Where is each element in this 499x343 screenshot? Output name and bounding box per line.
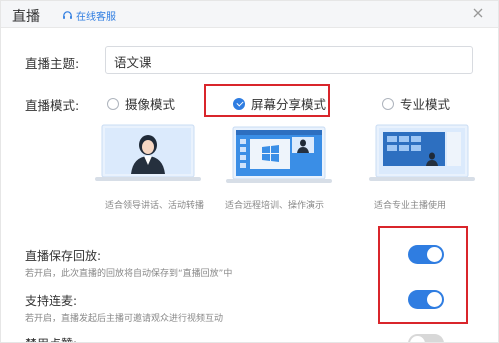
topic-input-value: 语文课 xyxy=(114,55,152,70)
radio-pro[interactable] xyxy=(382,97,394,110)
save-replay-title: 直播保存回放: xyxy=(25,249,102,263)
radio-camera[interactable] xyxy=(107,97,119,110)
dialog-header: 直播 在线客服 xyxy=(1,1,498,28)
pro-mode-caption: 适合专业主播使用 xyxy=(374,201,447,211)
topic-input[interactable]: 语文课 xyxy=(105,46,473,74)
pro-mode-illustration xyxy=(369,124,475,181)
co-stream-desc: 若开启，直播发起后主播可邀请观众进行视频互动 xyxy=(25,314,224,324)
mode-label: 直播模式: xyxy=(25,98,80,113)
online-service-label[interactable]: 在线客服 xyxy=(76,8,116,23)
mode-option-camera-label: 摄像模式 xyxy=(125,97,176,112)
save-replay-desc: 若开启，此次直播的回放将自动保存到“直播回放”中 xyxy=(25,269,233,279)
camera-mode-illustration xyxy=(95,124,201,181)
disable-likes-title: 禁用点赞: xyxy=(25,335,77,342)
online-service-link[interactable]: 在线客服 xyxy=(62,8,116,23)
close-icon[interactable] xyxy=(471,6,485,20)
co-stream-title: 支持连麦: xyxy=(25,294,78,308)
screen-share-caption: 适合远程培训、操作演示 xyxy=(225,201,325,211)
highlight-annotation xyxy=(204,84,330,117)
camera-mode-caption: 适合领导讲话、活动转播 xyxy=(105,201,205,211)
mode-option-pro-label: 专业模式 xyxy=(400,97,451,112)
dialog-title: 直播 xyxy=(12,9,40,25)
highlight-annotation-toggles xyxy=(378,226,468,324)
disable-likes-toggle[interactable] xyxy=(408,334,444,342)
headset-icon xyxy=(63,11,72,19)
screen-share-illustration xyxy=(226,126,332,183)
mode-option-camera[interactable]: 摄像模式 xyxy=(107,94,175,113)
live-settings-dialog: 直播 在线客服 直播主题: 语文课 直播模式: 摄像模式 屏幕分享模式 专业模式 xyxy=(0,0,499,343)
mode-option-pro[interactable]: 专业模式 xyxy=(382,94,450,113)
topic-label: 直播主题: xyxy=(25,56,80,71)
